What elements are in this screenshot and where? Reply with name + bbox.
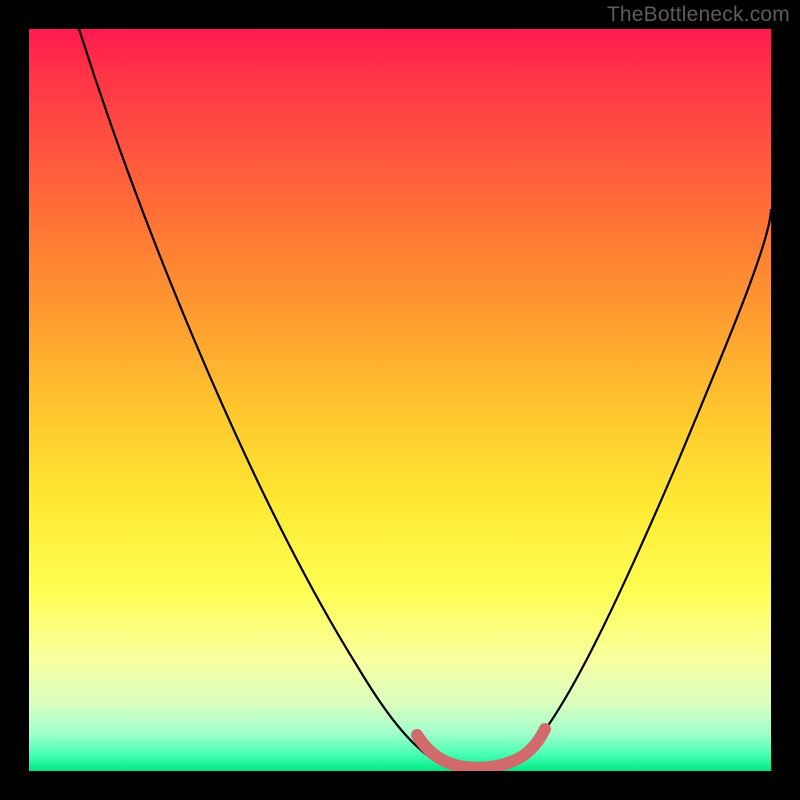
bottleneck-curve: [29, 29, 771, 771]
highlight-path: [417, 729, 545, 768]
chart-area: [29, 29, 771, 771]
watermark-text: TheBottleneck.com: [607, 3, 790, 27]
curve-path: [79, 29, 771, 769]
